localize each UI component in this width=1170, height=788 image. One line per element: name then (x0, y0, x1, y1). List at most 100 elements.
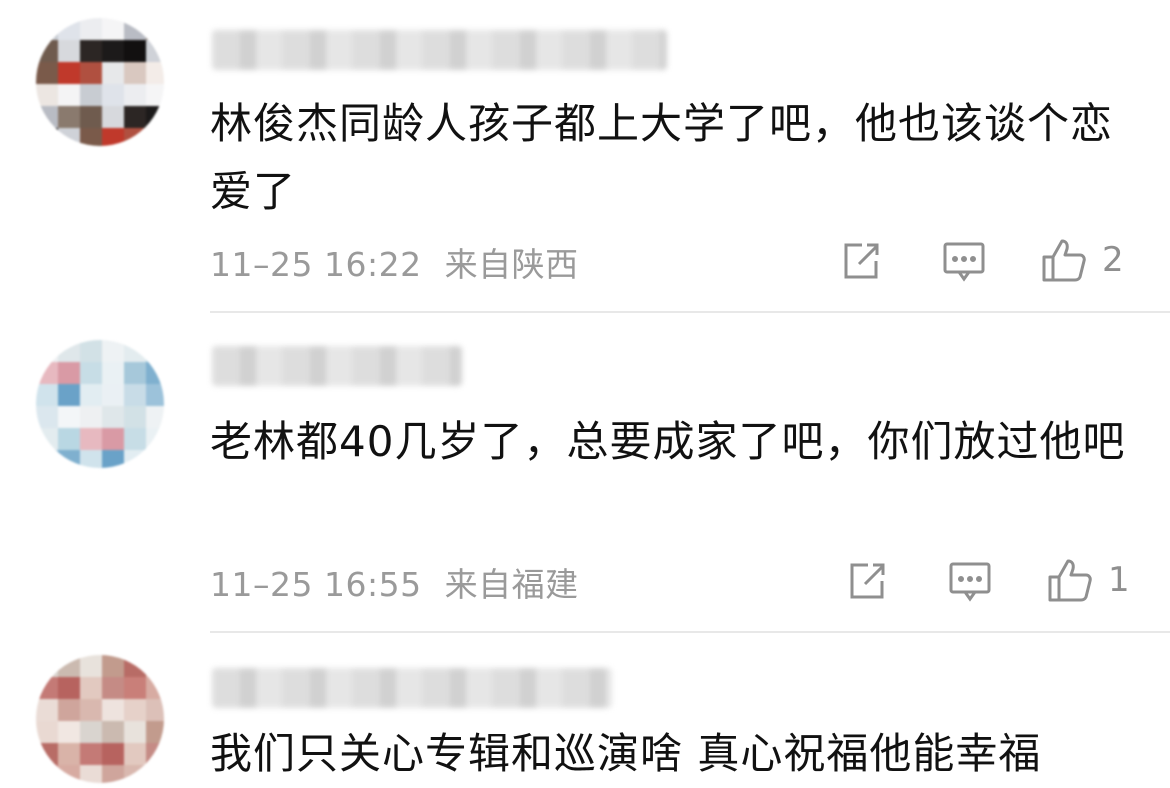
avatar-pixel (36, 699, 58, 721)
avatar-pixel (146, 84, 164, 106)
avatar-pixel (124, 18, 146, 40)
like-count: 2 (1102, 240, 1124, 280)
avatar-pixel (102, 406, 124, 428)
avatar-pixel (36, 84, 58, 106)
avatar-pixel (146, 384, 164, 406)
avatar-pixel (124, 84, 146, 106)
avatar-pixel (124, 721, 146, 743)
avatar-pixel (124, 128, 146, 146)
like-button[interactable]: 2 (1040, 237, 1124, 283)
avatar-pixel (102, 655, 124, 677)
thumbs-up-icon (1042, 239, 1086, 282)
comment-meta: 11–25 16:22 来自陕西 (210, 238, 579, 286)
avatar-pixel (146, 106, 164, 128)
avatar-pixel (58, 699, 80, 721)
avatar-pixel (124, 428, 146, 450)
avatar-pixel (146, 362, 164, 384)
avatar-pixel (102, 765, 124, 783)
reply-button[interactable] (948, 560, 992, 602)
avatar-pixel (58, 743, 80, 765)
avatar-pixel (58, 18, 80, 40)
avatar-pixel (80, 721, 102, 743)
avatar-pixel (102, 743, 124, 765)
avatar-pixel (80, 384, 102, 406)
comment-text: 林俊杰同龄人孩子都上大学了吧，他也该谈个恋爱了 (210, 99, 1114, 216)
divider (210, 631, 1170, 633)
avatar-pixel (36, 655, 58, 677)
avatar-pixel (58, 62, 80, 84)
avatar-pixel (58, 721, 80, 743)
thumbs-up-icon (1048, 559, 1092, 602)
avatar-pixel (146, 128, 164, 146)
avatar-pixel (124, 765, 146, 783)
avatar-pixel (36, 428, 58, 450)
avatar-pixel (80, 340, 102, 362)
avatar-pixel (146, 721, 164, 743)
username-blurred[interactable] (212, 668, 612, 708)
username-blurred[interactable] (212, 30, 667, 70)
avatar-pixel (36, 677, 58, 699)
avatar-pixel (146, 62, 164, 84)
avatar[interactable] (36, 340, 164, 468)
avatar-pixel (102, 428, 124, 450)
avatar-pixel (36, 106, 58, 128)
share-icon (844, 243, 879, 279)
avatar-pixel (58, 450, 80, 468)
avatar-pixel (102, 62, 124, 84)
avatar-pixel (146, 428, 164, 450)
avatar-pixel (36, 18, 58, 40)
avatar-pixel (58, 362, 80, 384)
reply-button[interactable] (942, 240, 986, 282)
avatar-pixel (102, 384, 124, 406)
avatar-pixel (146, 406, 164, 428)
avatar-pixel (124, 406, 146, 428)
avatar-pixel (80, 106, 102, 128)
avatar-pixel (102, 106, 124, 128)
comment-text: 老林都40几岁了，总要成家了吧，你们放过他吧 (210, 417, 1126, 466)
avatar-pixel (58, 106, 80, 128)
comment-text: 我们只关心专辑和巡演啥 真心祝福他能幸福 (210, 729, 1042, 778)
share-icon (850, 563, 885, 599)
avatar-pixel (124, 40, 146, 62)
avatar-pixel (36, 721, 58, 743)
avatar-pixel (58, 340, 80, 362)
avatar-pixel (102, 40, 124, 62)
avatar-pixel (124, 450, 146, 468)
avatar-pixel (124, 655, 146, 677)
avatar-pixel (36, 40, 58, 62)
avatar-pixel (102, 699, 124, 721)
avatar-pixel (80, 406, 102, 428)
avatar-pixel (124, 677, 146, 699)
avatar-pixel (58, 765, 80, 783)
avatar-pixel (80, 428, 102, 450)
avatar-pixel (146, 765, 164, 783)
comment-time: 11–25 16:22 (210, 245, 422, 284)
comment-icon (949, 562, 991, 602)
avatar-pixel (124, 384, 146, 406)
avatar[interactable] (36, 655, 164, 783)
avatar-pixel (58, 40, 80, 62)
avatar-pixel (80, 362, 102, 384)
avatar-pixel (146, 743, 164, 765)
avatar-pixel (146, 699, 164, 721)
avatar-pixel (58, 128, 80, 146)
avatar-pixel (124, 106, 146, 128)
avatar-pixel (36, 450, 58, 468)
like-count: 1 (1108, 560, 1130, 600)
avatar-pixel (102, 340, 124, 362)
divider (210, 311, 1170, 313)
avatar-pixel (80, 128, 102, 146)
share-button[interactable] (846, 560, 888, 602)
share-button[interactable] (840, 240, 882, 282)
avatar-pixel (102, 450, 124, 468)
comment-icon (943, 242, 985, 282)
avatar-pixel (58, 384, 80, 406)
like-button[interactable]: 1 (1046, 557, 1130, 603)
avatar-pixel (58, 406, 80, 428)
avatar-pixel (36, 765, 58, 783)
avatar[interactable] (36, 18, 164, 146)
avatar-pixel (102, 721, 124, 743)
username-blurred[interactable] (212, 346, 462, 386)
avatar-pixel (36, 406, 58, 428)
avatar-pixel (146, 677, 164, 699)
